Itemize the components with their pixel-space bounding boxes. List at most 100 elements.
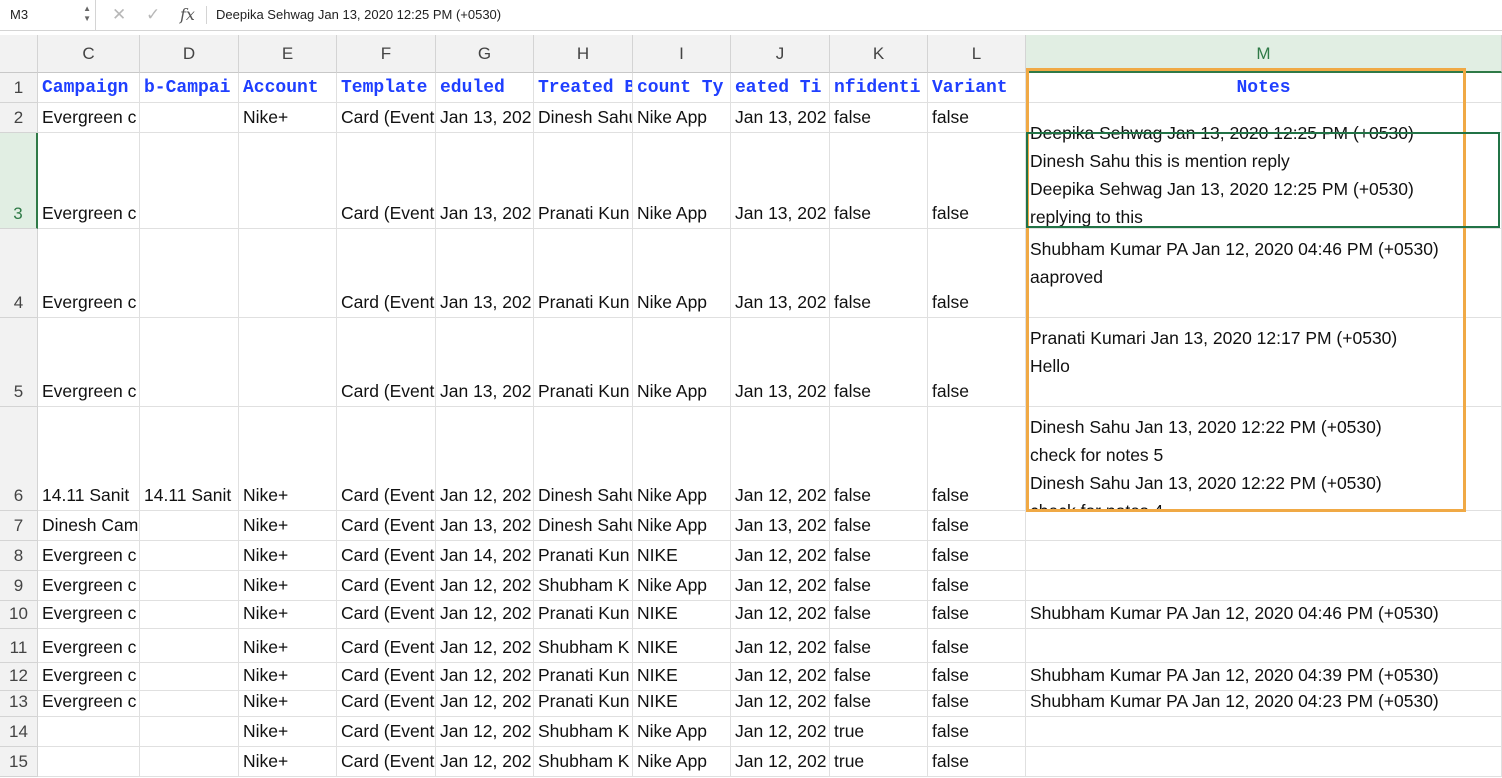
cell-i8[interactable]: NIKE — [633, 541, 731, 571]
cell-c12[interactable]: Evergreen c — [38, 663, 140, 691]
cell-l2[interactable]: false — [928, 103, 1026, 133]
cell-c10[interactable]: Evergreen c — [38, 601, 140, 629]
cell-k12[interactable]: false — [830, 663, 928, 691]
cell-f13[interactable]: Card (Event — [337, 691, 436, 717]
cell-i5[interactable]: Nike App — [633, 318, 731, 407]
cell-f15[interactable]: Card (Event — [337, 747, 436, 777]
cell-d6[interactable]: 14.11 Sanit — [140, 407, 239, 511]
notes-cell-m9[interactable] — [1026, 571, 1502, 601]
cell-d10[interactable] — [140, 601, 239, 629]
cell-d14[interactable] — [140, 717, 239, 747]
cell-f9[interactable]: Card (Event — [337, 571, 436, 601]
insert-function-icon[interactable]: fx — [180, 0, 195, 30]
cell-g5[interactable]: Jan 13, 202 — [436, 318, 534, 407]
cell-d9[interactable] — [140, 571, 239, 601]
cell-k1[interactable]: nfidenti — [830, 73, 928, 103]
cell-l12[interactable]: false — [928, 663, 1026, 691]
column-header-d[interactable]: D — [140, 35, 239, 73]
formula-input[interactable]: Deepika Sehwag Jan 13, 2020 12:25 PM (+0… — [216, 0, 501, 30]
cell-i7[interactable]: Nike App — [633, 511, 731, 541]
cell-g12[interactable]: Jan 12, 202 — [436, 663, 534, 691]
notes-cell-m3[interactable]: Deepika Sehwag Jan 13, 2020 12:25 PM (+0… — [1026, 119, 1502, 229]
cell-c7[interactable]: Dinesh Cam — [38, 511, 140, 541]
cell-c15[interactable] — [38, 747, 140, 777]
cell-j3[interactable]: Jan 13, 202 — [731, 133, 830, 229]
cell-i11[interactable]: NIKE — [633, 629, 731, 663]
cell-h9[interactable]: Shubham K — [534, 571, 633, 601]
cell-j15[interactable]: Jan 12, 202 — [731, 747, 830, 777]
cell-i1[interactable]: count Ty — [633, 73, 731, 103]
cell-f2[interactable]: Card (Event — [337, 103, 436, 133]
confirm-icon[interactable]: ✓ — [146, 0, 160, 30]
cell-c2[interactable]: Evergreen c — [38, 103, 140, 133]
cell-m1[interactable]: Notes — [1026, 73, 1502, 103]
notes-cell-m10[interactable]: Shubham Kumar PA Jan 12, 2020 04:46 PM (… — [1026, 601, 1502, 629]
cell-k3[interactable]: false — [830, 133, 928, 229]
cell-c8[interactable]: Evergreen c — [38, 541, 140, 571]
cell-l9[interactable]: false — [928, 571, 1026, 601]
cell-e5[interactable] — [239, 318, 337, 407]
cell-e10[interactable]: Nike+ — [239, 601, 337, 629]
cell-d15[interactable] — [140, 747, 239, 777]
notes-cell-m7[interactable] — [1026, 511, 1502, 541]
column-header-k[interactable]: K — [830, 35, 928, 73]
column-header-m[interactable]: M — [1026, 35, 1502, 73]
cell-l6[interactable]: false — [928, 407, 1026, 511]
cell-g6[interactable]: Jan 12, 202 — [436, 407, 534, 511]
cell-e14[interactable]: Nike+ — [239, 717, 337, 747]
cell-c9[interactable]: Evergreen c — [38, 571, 140, 601]
row-header-4[interactable]: 4 — [0, 229, 38, 318]
column-header-f[interactable]: F — [337, 35, 436, 73]
cell-c1[interactable]: Campaign — [38, 73, 140, 103]
cell-l3[interactable]: false — [928, 133, 1026, 229]
row-header-13[interactable]: 13 — [0, 691, 38, 717]
row-header-9[interactable]: 9 — [0, 571, 38, 601]
cell-g3[interactable]: Jan 13, 202 — [436, 133, 534, 229]
cell-i6[interactable]: Nike App — [633, 407, 731, 511]
cell-k8[interactable]: false — [830, 541, 928, 571]
cell-i12[interactable]: NIKE — [633, 663, 731, 691]
notes-cell-m12[interactable]: Shubham Kumar PA Jan 12, 2020 04:39 PM (… — [1026, 663, 1502, 691]
cell-c14[interactable] — [38, 717, 140, 747]
row-header-2[interactable]: 2 — [0, 103, 38, 133]
cell-i10[interactable]: NIKE — [633, 601, 731, 629]
cell-h3[interactable]: Pranati Kun — [534, 133, 633, 229]
cell-j9[interactable]: Jan 12, 202 — [731, 571, 830, 601]
cell-l13[interactable]: false — [928, 691, 1026, 717]
row-header-8[interactable]: 8 — [0, 541, 38, 571]
notes-cell-m5[interactable]: Pranati Kumari Jan 13, 2020 12:17 PM (+0… — [1026, 318, 1502, 407]
row-header-11[interactable]: 11 — [0, 629, 38, 663]
cell-f11[interactable]: Card (Event — [337, 629, 436, 663]
cell-l14[interactable]: false — [928, 717, 1026, 747]
cell-d12[interactable] — [140, 663, 239, 691]
cell-e7[interactable]: Nike+ — [239, 511, 337, 541]
cell-h12[interactable]: Pranati Kun — [534, 663, 633, 691]
cell-h4[interactable]: Pranati Kun — [534, 229, 633, 318]
cell-j6[interactable]: Jan 12, 202 — [731, 407, 830, 511]
cell-i13[interactable]: NIKE — [633, 691, 731, 717]
cell-i4[interactable]: Nike App — [633, 229, 731, 318]
cell-j10[interactable]: Jan 12, 202 — [731, 601, 830, 629]
cell-j1[interactable]: eated Ti — [731, 73, 830, 103]
notes-cell-m4[interactable]: Shubham Kumar PA Jan 12, 2020 04:46 PM (… — [1026, 229, 1502, 318]
cell-f6[interactable]: Card (Event — [337, 407, 436, 511]
cell-k10[interactable]: false — [830, 601, 928, 629]
notes-cell-m8[interactable] — [1026, 541, 1502, 571]
cell-k13[interactable]: false — [830, 691, 928, 717]
column-header-l[interactable]: L — [928, 35, 1026, 73]
cell-c3[interactable]: Evergreen c — [38, 133, 140, 229]
cell-f5[interactable]: Card (Event — [337, 318, 436, 407]
cell-h1[interactable]: Treated B — [534, 73, 633, 103]
row-header-7[interactable]: 7 — [0, 511, 38, 541]
cell-g1[interactable]: eduled — [436, 73, 534, 103]
row-header-5[interactable]: 5 — [0, 318, 38, 407]
cell-e15[interactable]: Nike+ — [239, 747, 337, 777]
cell-l10[interactable]: false — [928, 601, 1026, 629]
cell-j14[interactable]: Jan 12, 202 — [731, 717, 830, 747]
cell-c4[interactable]: Evergreen c — [38, 229, 140, 318]
cell-e8[interactable]: Nike+ — [239, 541, 337, 571]
cell-d7[interactable] — [140, 511, 239, 541]
cell-g2[interactable]: Jan 13, 202 — [436, 103, 534, 133]
cell-g11[interactable]: Jan 12, 202 — [436, 629, 534, 663]
cell-e11[interactable]: Nike+ — [239, 629, 337, 663]
